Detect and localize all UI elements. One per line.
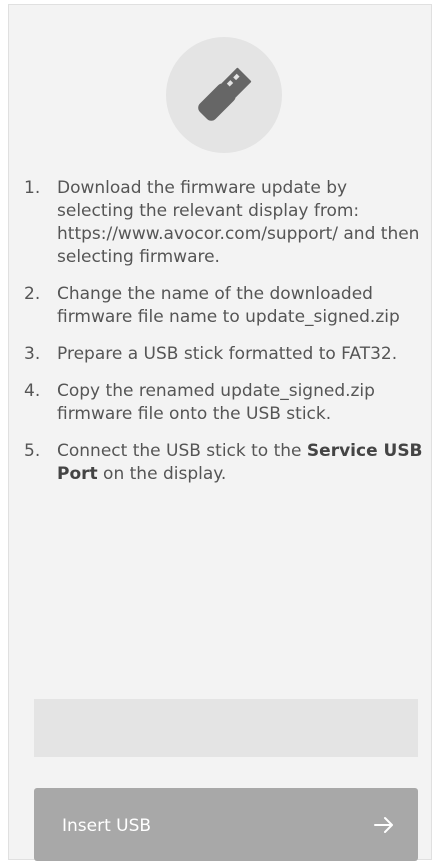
step-text: Change the name of the downloaded firmwa… bbox=[57, 284, 400, 327]
instruction-step-5: 5. Connect the USB stick to the Service … bbox=[24, 440, 424, 486]
step-text: Download the firmware update by selectin… bbox=[57, 178, 420, 267]
step-number: 1. bbox=[24, 178, 41, 198]
step-text-before: Connect the USB stick to the bbox=[57, 441, 307, 461]
usb-icon-circle bbox=[166, 37, 282, 153]
step-text: Prepare a USB stick formatted to FAT32. bbox=[57, 344, 398, 364]
step-number: 2. bbox=[24, 284, 41, 304]
step-text: Connect the USB stick to the Service USB… bbox=[57, 440, 424, 486]
instruction-step-3: 3. Prepare a USB stick formatted to FAT3… bbox=[24, 343, 424, 366]
instruction-step-4: 4. Copy the renamed update_signed.zip fi… bbox=[24, 380, 424, 426]
insert-usb-label: Insert USB bbox=[62, 816, 152, 836]
instruction-list: 1. Download the firmware update by selec… bbox=[24, 177, 424, 500]
status-message-box bbox=[34, 699, 418, 757]
firmware-update-panel: 1. Download the firmware update by selec… bbox=[8, 4, 432, 861]
step-number: 3. bbox=[24, 344, 41, 364]
step-number: 5. bbox=[24, 441, 41, 461]
step-text-after: on the display. bbox=[97, 464, 227, 484]
arrow-right-icon bbox=[374, 817, 393, 833]
instruction-step-2: 2. Change the name of the downloaded fir… bbox=[24, 283, 424, 329]
usb-stick-icon bbox=[198, 67, 252, 121]
instruction-step-1: 1. Download the firmware update by selec… bbox=[24, 177, 424, 269]
step-number: 4. bbox=[24, 381, 41, 401]
insert-usb-button[interactable]: Insert USB bbox=[34, 788, 418, 861]
step-text: Copy the renamed update_signed.zip firmw… bbox=[57, 381, 375, 424]
